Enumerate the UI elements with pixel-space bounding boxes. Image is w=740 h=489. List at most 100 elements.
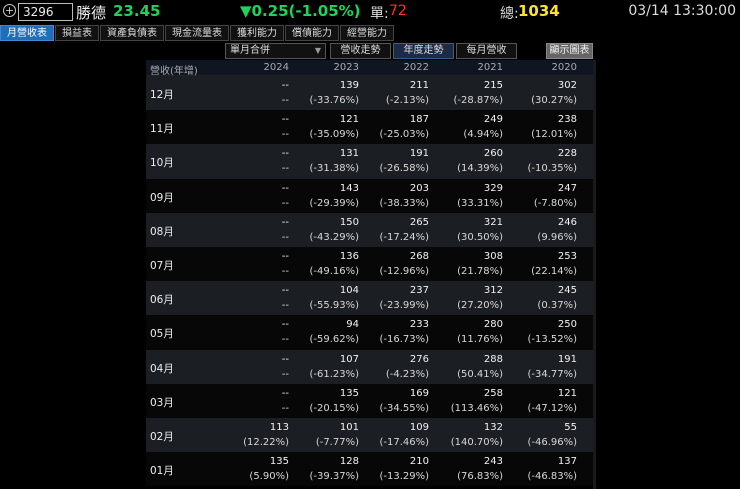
tab-solvency[interactable]: 償債能力 (285, 25, 339, 41)
month-label: 11月 (150, 123, 174, 136)
revenue-value: 247 (557, 182, 577, 194)
period-select[interactable]: 單月合併 ▼ (225, 43, 326, 59)
revenue-cell-2023: 136 (-49.16%) (309, 249, 359, 279)
revenue-cell-2020: 55 (-46.96%) (527, 420, 577, 450)
yearly-trend-button[interactable]: 年度走勢 (393, 43, 454, 59)
table-body: 12月 -- -- 139 (-33.76%) 211 (-2.13%) 215 (-28.87… (146, 76, 593, 487)
revenue-cell-2020: 250 (-13.52%) (527, 317, 577, 347)
yoy-growth: (33.31%) (457, 197, 503, 209)
table-row[interactable]: 04月 -- -- 107 (-61.23%) 276 (-4.23%) 288 (50.41%… (146, 349, 593, 384)
revenue-cell-2023: 139 (-33.76%) (309, 78, 359, 108)
revenue-value: -- (281, 285, 289, 297)
table-row[interactable]: 03月 -- -- 135 (-20.15%) 169 (-34.55%) 258 (113.4… (146, 383, 593, 418)
revenue-value: -- (281, 148, 289, 160)
revenue-cell-2021: 132 (140.70%) (451, 420, 503, 450)
revenue-cell-2020: 191 (-34.77%) (527, 352, 577, 382)
month-label: 07月 (150, 259, 174, 272)
table-row[interactable]: 08月 -- -- 150 (-43.29%) 265 (-17.24%) 321 (30.50… (146, 212, 593, 247)
revenue-cell-2023: 94 (-59.62%) (309, 317, 359, 347)
revenue-value: 94 (346, 319, 359, 331)
revenue-value: 203 (409, 182, 429, 194)
table-row[interactable]: 12月 -- -- 139 (-33.76%) 211 (-2.13%) 215 (-28.87… (146, 76, 593, 111)
yoy-growth: (-7.77%) (315, 436, 359, 448)
revenue-value: 121 (339, 114, 359, 126)
yoy-growth: (-47.12%) (527, 402, 577, 414)
revenue-cell-2024: -- -- (282, 146, 289, 176)
revenue-cell-2021: 280 (11.76%) (457, 317, 503, 347)
yoy-growth: (11.76%) (457, 334, 503, 346)
yoy-growth: (-38.33%) (379, 197, 429, 209)
revenue-value: 132 (483, 421, 503, 433)
show-chart-button[interactable]: 顯示圖表 (546, 43, 593, 59)
yoy-growth: (-39.37%) (309, 471, 359, 483)
yoy-growth: (-2.13%) (385, 95, 429, 106)
table-row[interactable]: 09月 -- -- 143 (-29.39%) 203 (-38.33%) 329 (33.31… (146, 178, 593, 213)
add-icon[interactable]: + (3, 4, 16, 17)
revenue-value: 243 (483, 456, 503, 468)
revenue-value: 246 (557, 216, 577, 228)
revenue-cell-2021: 329 (33.31%) (457, 181, 503, 211)
yoy-growth: (12.01%) (531, 129, 577, 141)
single-volume-label: 單: (370, 6, 389, 22)
revenue-value: 215 (483, 80, 503, 91)
revenue-value: -- (281, 387, 289, 399)
tab-balance-sheet[interactable]: 資產負債表 (100, 25, 164, 41)
revenue-value: 121 (557, 387, 577, 399)
yoy-growth: (-59.62%) (309, 334, 359, 346)
month-label: 03月 (150, 396, 174, 409)
tab-profitability[interactable]: 獲利能力 (230, 25, 284, 41)
revenue-cell-2023: 101 (-7.77%) (316, 420, 359, 450)
revenue-cell-2020: 302 (30.27%) (531, 78, 577, 108)
revenue-value: 321 (483, 216, 503, 228)
table-row[interactable]: 07月 -- -- 136 (-49.16%) 268 (-12.96%) 308 (21.78… (146, 246, 593, 282)
stock-code-input[interactable]: 3296 (18, 3, 73, 21)
header-year-2021: 2021 (477, 62, 503, 73)
header-label: 營收(年增) (150, 66, 198, 77)
monthly-revenue-button[interactable]: 每月營收 (456, 43, 517, 59)
table-row[interactable]: 02月 113 (12.22%) 101 (-7.77%) 109 (-17.46%) 132… (146, 417, 593, 453)
revenue-cell-2023: 104 (-55.93%) (309, 283, 359, 313)
table-row[interactable]: 11月 -- -- 121 (-35.09%) 187 (-25.03%) 249 (4.94%… (146, 110, 593, 145)
yoy-growth: (27.20%) (457, 300, 503, 312)
tab-cash-flow[interactable]: 現金流量表 (165, 25, 229, 41)
month-label: 01月 (150, 465, 174, 478)
yoy-growth: (-49.16%) (309, 265, 359, 277)
yoy-growth: (-61.23%) (309, 368, 359, 380)
revenue-value: 302 (557, 80, 577, 91)
tab-income-statement[interactable]: 損益表 (55, 25, 99, 41)
tab-monthly-revenue[interactable]: 月營收表 (0, 25, 54, 41)
yoy-growth: (-13.29%) (379, 471, 429, 483)
yoy-growth: (-43.29%) (309, 231, 359, 243)
yoy-growth: -- (281, 265, 289, 277)
yoy-growth: (-20.15%) (309, 402, 359, 414)
table-row[interactable]: 05月 -- -- 94 (-59.62%) 233 (-16.73%) 280 (11.76%… (146, 315, 593, 350)
revenue-value: 250 (557, 319, 577, 331)
revenue-value: 260 (483, 148, 503, 160)
yoy-growth: (-26.58%) (379, 163, 429, 175)
table-row[interactable]: 10月 -- -- 131 (-31.38%) 191 (-26.58%) 260 (14.39… (146, 144, 593, 179)
revenue-cell-2022: 187 (-25.03%) (379, 112, 429, 142)
yoy-growth: (21.78%) (457, 265, 503, 277)
revenue-value: 55 (564, 421, 577, 433)
yoy-growth: (-46.96%) (527, 436, 577, 448)
revenue-value: 131 (339, 148, 359, 160)
yoy-growth: (50.41%) (457, 368, 503, 380)
revenue-value: 329 (483, 182, 503, 194)
revenue-value: 210 (409, 456, 429, 468)
revenue-value: -- (281, 353, 289, 365)
tab-operating-ability[interactable]: 經營能力 (340, 25, 394, 41)
revenue-value: 308 (483, 250, 503, 262)
revenue-cell-2020: 238 (12.01%) (531, 112, 577, 142)
scrollbar[interactable] (593, 60, 596, 489)
yoy-growth: (0.37%) (537, 300, 577, 312)
revenue-cell-2022: 203 (-38.33%) (379, 181, 429, 211)
table-row[interactable]: 06月 -- -- 104 (-55.93%) 237 (-23.99%) 312 (27.20… (146, 281, 593, 316)
yoy-growth: (-33.76%) (309, 95, 359, 106)
revenue-value: 139 (339, 80, 359, 91)
revenue-cell-2024: -- -- (282, 317, 289, 347)
revenue-cell-2020: 121 (-47.12%) (527, 386, 577, 416)
revenue-trend-button[interactable]: 營收走勢 (330, 43, 391, 59)
revenue-value: 104 (339, 285, 359, 297)
revenue-value: 191 (409, 148, 429, 160)
table-row[interactable]: 01月 135 (5.90%) 128 (-39.37%) 210 (-13.29%) 243… (146, 452, 593, 487)
